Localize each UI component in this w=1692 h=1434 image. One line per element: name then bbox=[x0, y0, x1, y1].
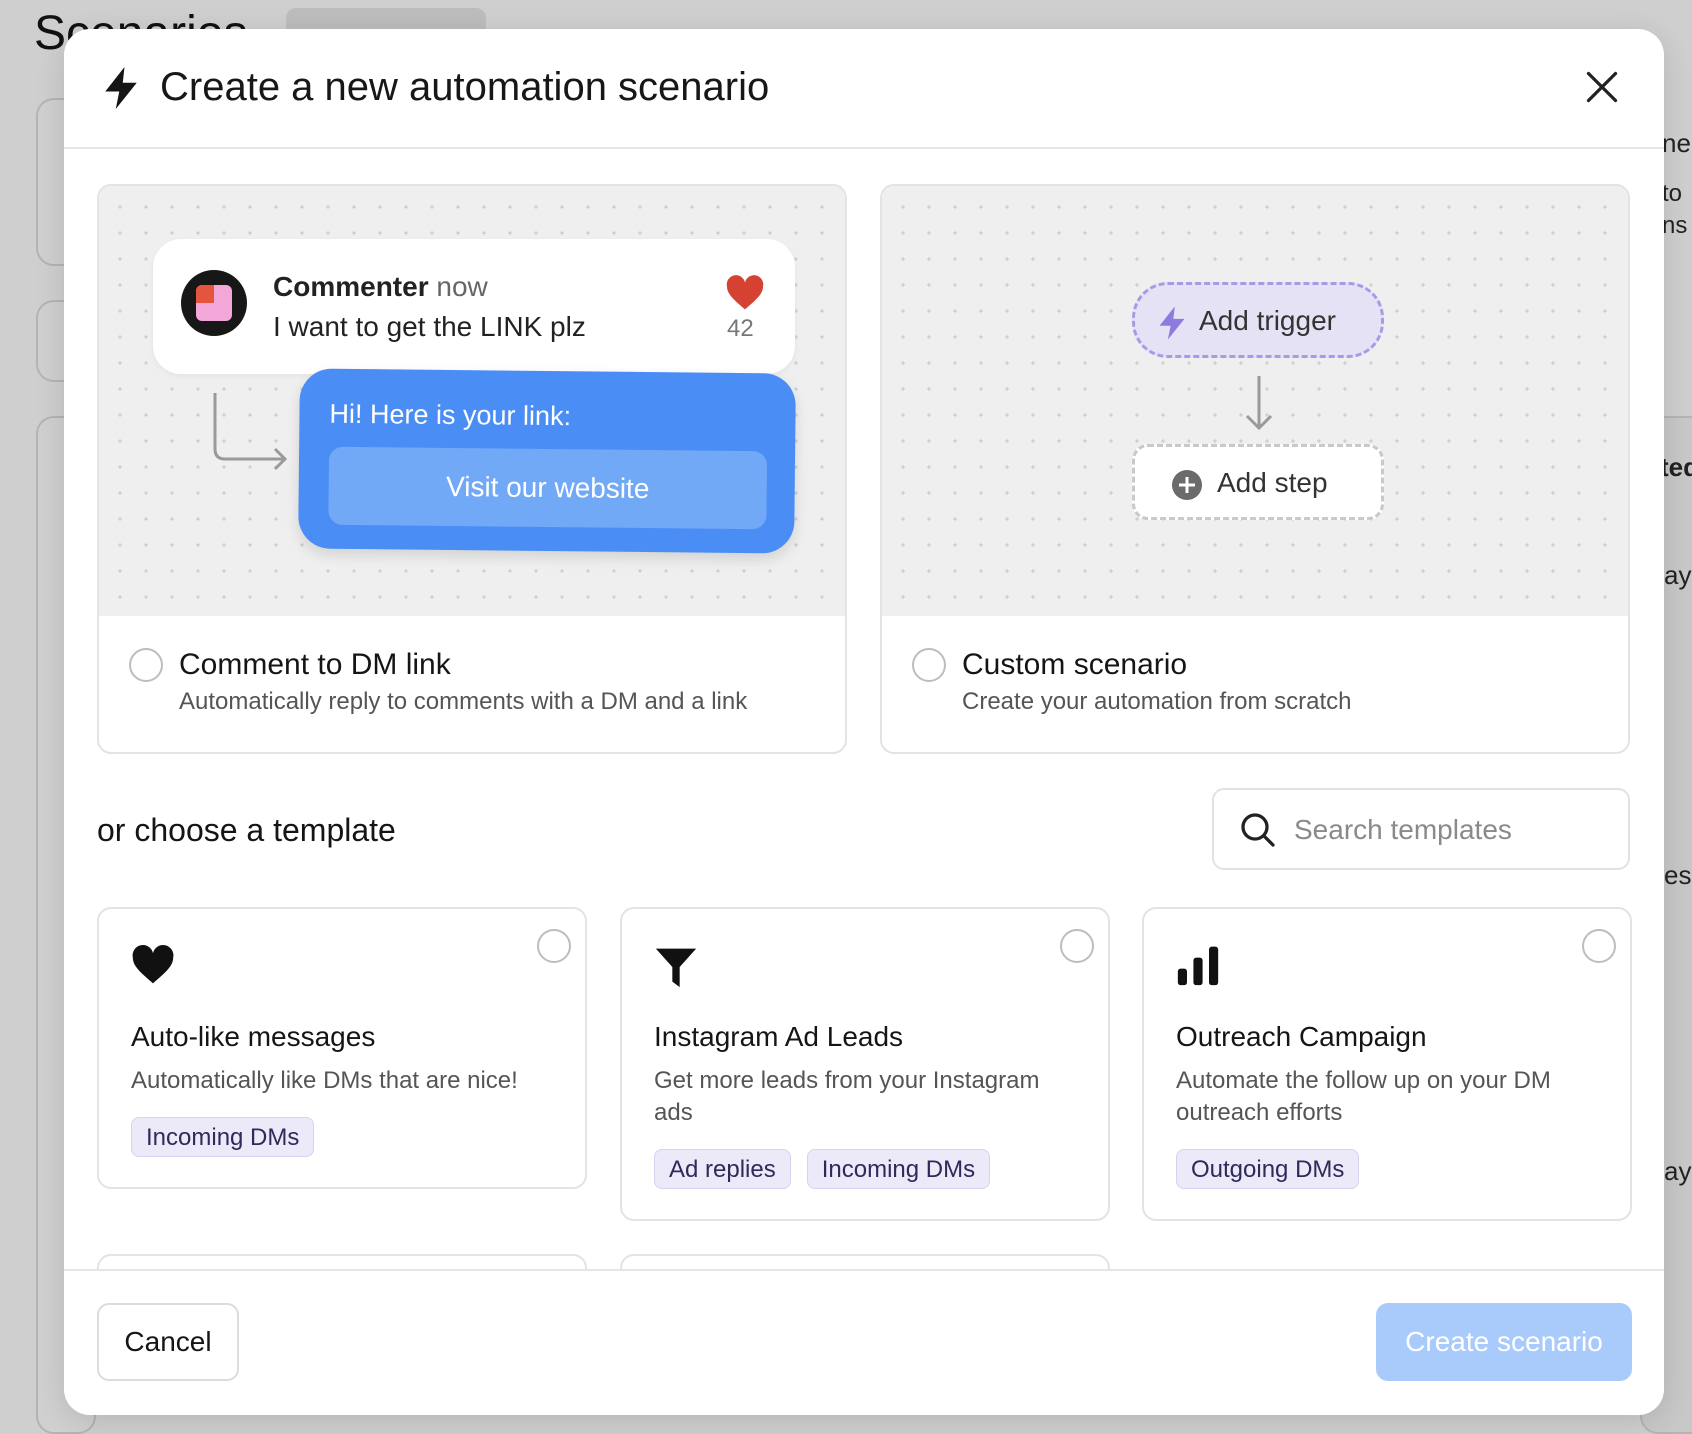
dm-link-button: Visit our website bbox=[328, 446, 768, 530]
search-box bbox=[1212, 788, 1630, 870]
tag: Incoming DMs bbox=[131, 1117, 315, 1157]
tag: Outgoing DMs bbox=[1176, 1149, 1360, 1189]
template-tags: Incoming DMs bbox=[131, 1117, 330, 1157]
heart-icon bbox=[132, 945, 174, 984]
heart-icon bbox=[726, 275, 764, 310]
template-tags: Ad replies Incoming DMs bbox=[654, 1149, 1006, 1189]
template-radio[interactable] bbox=[537, 929, 571, 963]
funnel-icon bbox=[655, 948, 697, 988]
option-custom-scenario[interactable]: Add trigger Add step Custom scenario Cre… bbox=[880, 184, 1630, 754]
comment-time: now bbox=[436, 271, 488, 302]
bar-chart-icon bbox=[1177, 946, 1219, 986]
modal-header: Create a new automation scenario bbox=[64, 29, 1664, 149]
comment-bubble: Commenter now I want to get the LINK plz… bbox=[153, 239, 795, 374]
option-title: Comment to DM link bbox=[179, 648, 451, 681]
dm-bubble: Hi! Here is your link: Visit our website bbox=[298, 368, 796, 554]
cancel-button[interactable]: Cancel bbox=[97, 1303, 239, 1381]
commenter-name: Commenter now bbox=[273, 271, 488, 303]
avatar bbox=[181, 270, 247, 336]
background-text: es bbox=[1664, 860, 1692, 890]
search-templates-input[interactable] bbox=[1294, 808, 1614, 852]
add-trigger-node: Add trigger bbox=[1132, 282, 1384, 358]
add-trigger-label: Add trigger bbox=[1199, 305, 1336, 336]
create-scenario-button[interactable]: Create scenario bbox=[1376, 1303, 1632, 1381]
option-radio[interactable] bbox=[129, 648, 163, 682]
option-description: Create your automation from scratch bbox=[962, 688, 1352, 715]
create-scenario-modal: Create a new automation scenario Comment… bbox=[64, 29, 1664, 1415]
option-title: Custom scenario bbox=[962, 648, 1188, 681]
background-text: ns bbox=[1662, 212, 1688, 239]
dm-text: Hi! Here is your link: bbox=[329, 398, 572, 432]
background-text: to bbox=[1662, 180, 1683, 207]
reply-arrow-icon bbox=[213, 393, 288, 471]
templates-section-title: or choose a template bbox=[97, 812, 396, 848]
template-radio[interactable] bbox=[1060, 929, 1094, 963]
background-text: ted bbox=[1660, 452, 1692, 482]
plus-circle-icon bbox=[1172, 470, 1202, 500]
bolt-icon bbox=[1159, 306, 1185, 340]
arrow-down-icon bbox=[1245, 376, 1273, 431]
comment-text: I want to get the LINK plz bbox=[273, 311, 586, 342]
tag: Ad replies bbox=[654, 1149, 791, 1189]
background-text: ay bbox=[1664, 1156, 1692, 1186]
search-icon bbox=[1241, 813, 1275, 847]
template-title: Instagram Ad Leads bbox=[654, 1021, 904, 1052]
template-title: Outreach Campaign bbox=[1176, 1021, 1427, 1052]
template-description: Get more leads from your Instagram ads bbox=[654, 1067, 1040, 1126]
template-radio[interactable] bbox=[1582, 929, 1616, 963]
background-text: ne bbox=[1662, 128, 1691, 158]
tag: Incoming DMs bbox=[806, 1149, 991, 1189]
modal-title: Create a new automation scenario bbox=[160, 65, 770, 109]
background-text: ay bbox=[1664, 560, 1692, 590]
option-comment-to-dm-link[interactable]: Commenter now I want to get the LINK plz… bbox=[97, 184, 847, 754]
template-description: Automate the follow up on your DM outrea… bbox=[1176, 1067, 1551, 1126]
template-title: Auto-like messages bbox=[131, 1021, 376, 1052]
option-radio[interactable] bbox=[912, 648, 946, 682]
template-tags: Outgoing DMs bbox=[1176, 1149, 1375, 1189]
like-count: 42 bbox=[727, 315, 754, 342]
close-icon[interactable] bbox=[1584, 69, 1620, 105]
template-card-outreach-campaign[interactable]: Outreach Campaign Automate the follow up… bbox=[1142, 907, 1632, 1221]
template-card-instagram-ad-leads[interactable]: Instagram Ad Leads Get more leads from y… bbox=[620, 907, 1110, 1221]
bolt-icon bbox=[105, 67, 137, 109]
commenter-name-text: Commenter bbox=[273, 271, 429, 302]
option-description: Automatically reply to comments with a D… bbox=[179, 688, 748, 715]
template-description: Automatically like DMs that are nice! bbox=[131, 1067, 518, 1094]
add-step-label: Add step bbox=[1217, 467, 1328, 498]
modal-footer: Cancel Create scenario bbox=[64, 1269, 1664, 1415]
add-step-node: Add step bbox=[1132, 444, 1384, 520]
template-card-auto-like[interactable]: Auto-like messages Automatically like DM… bbox=[97, 907, 587, 1189]
avatar-logo-accent bbox=[196, 285, 214, 303]
custom-illustration: Add trigger Add step bbox=[882, 186, 1628, 616]
comment-illustration: Commenter now I want to get the LINK plz… bbox=[99, 186, 845, 616]
